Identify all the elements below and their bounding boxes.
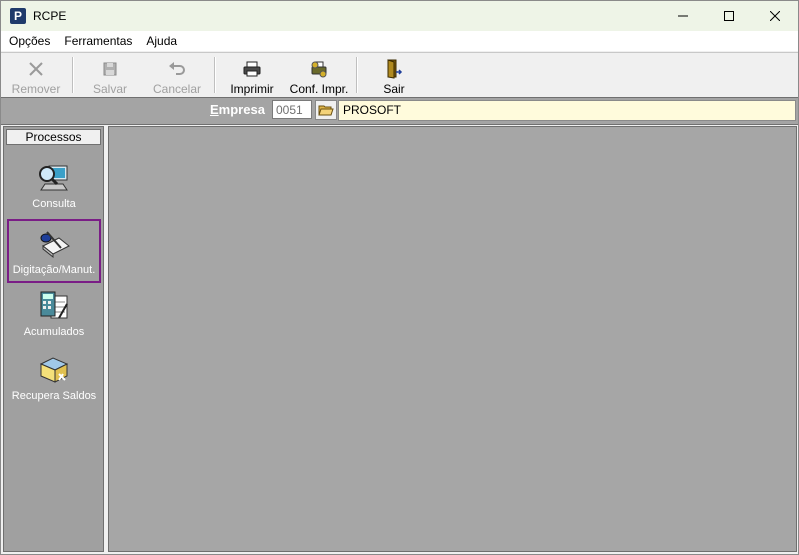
printer-icon — [243, 61, 261, 77]
conf-impr-button[interactable]: Conf. Impr. — [286, 53, 352, 97]
menu-ajuda[interactable]: Ajuda — [139, 31, 184, 51]
menu-opcoes[interactable]: Opções — [1, 31, 57, 51]
salvar-button[interactable]: Salvar — [85, 53, 135, 97]
nav-item-digitacao[interactable]: Digitação/Manut. — [7, 219, 101, 283]
nav-item-label: Digitação/Manut. — [12, 264, 96, 276]
remove-x-icon — [29, 62, 43, 76]
close-button[interactable] — [752, 1, 798, 31]
main-content-area — [108, 126, 797, 552]
maximize-icon — [724, 11, 734, 21]
save-disk-icon — [103, 62, 117, 76]
imprimir-label: Imprimir — [230, 82, 274, 96]
toolbar-separator — [214, 57, 216, 93]
cancelar-button[interactable]: Cancelar — [149, 53, 205, 97]
nav-item-label: Recupera Saldos — [11, 390, 97, 402]
processos-panel: Processos Consulta Digitação/Manut. Acum… — [3, 126, 104, 552]
sair-label: Sair — [383, 82, 405, 96]
minimize-button[interactable] — [660, 1, 706, 31]
open-folder-icon — [318, 105, 334, 116]
sair-button[interactable]: Sair — [373, 53, 415, 97]
printer-settings-icon — [311, 61, 327, 78]
title-bar: P RCPE — [1, 1, 798, 31]
menu-ferramentas[interactable]: Ferramentas — [57, 31, 139, 51]
empresa-lookup-button[interactable] — [315, 100, 337, 120]
toolbar: Remover Salvar Cancelar Imprimir Conf. I… — [1, 52, 798, 97]
minimize-icon — [678, 15, 688, 17]
close-icon — [770, 11, 780, 21]
remover-label: Remover — [11, 82, 61, 96]
toolbar-separator — [72, 57, 74, 93]
imprimir-button[interactable]: Imprimir — [225, 53, 279, 97]
calculator-icon — [40, 291, 68, 319]
window-title: RCPE — [33, 9, 67, 23]
nav-item-consulta[interactable]: Consulta — [7, 155, 101, 219]
nav-item-recupera-saldos[interactable]: Recupera Saldos — [7, 347, 101, 411]
empresa-bar: Empresa 0051 PROSOFT — [1, 97, 798, 125]
digitacao-icon — [40, 231, 70, 259]
conf-impr-label: Conf. Impr. — [289, 82, 349, 96]
app-window: P RCPE Opções Ferramentas Ajuda Remover — [0, 0, 799, 555]
app-icon: P — [10, 8, 26, 24]
recupera-saldos-icon — [39, 357, 69, 383]
nav-item-label: Acumulados — [23, 326, 85, 338]
empresa-name-field[interactable]: PROSOFT — [338, 100, 796, 121]
consulta-icon — [39, 165, 68, 191]
salvar-label: Salvar — [92, 82, 127, 96]
undo-arrow-icon — [169, 62, 185, 75]
menu-bar: Opções Ferramentas Ajuda — [1, 31, 798, 51]
window-controls — [660, 1, 798, 31]
toolbar-separator — [356, 57, 358, 93]
empresa-code-field[interactable]: 0051 — [272, 100, 312, 119]
exit-door-icon — [387, 59, 403, 79]
processos-header: Processos — [6, 129, 101, 145]
nav-item-acumulados[interactable]: Acumulados — [7, 283, 101, 347]
maximize-button[interactable] — [706, 1, 752, 31]
empresa-label: Empresa — [210, 102, 265, 117]
remover-button[interactable]: Remover — [9, 53, 63, 97]
cancelar-label: Cancelar — [152, 82, 202, 96]
nav-item-label: Consulta — [32, 198, 76, 210]
